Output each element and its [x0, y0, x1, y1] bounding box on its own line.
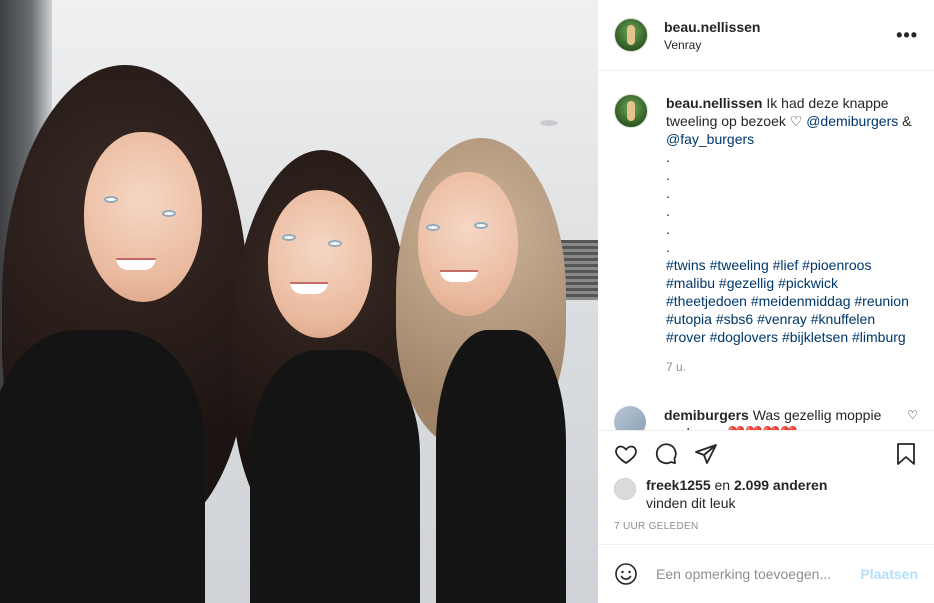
- action-bar: [598, 430, 934, 476]
- comment-like-icon[interactable]: ♡: [907, 408, 918, 430]
- mention-fay-burgers[interactable]: @fay_burgers: [666, 131, 754, 147]
- likes-suffix: vinden dit leuk: [646, 495, 736, 511]
- caption: beau.nellissen Ik had deze knappe tweeli…: [598, 72, 934, 376]
- post-location[interactable]: Venray: [664, 38, 760, 52]
- commenter-username[interactable]: demiburgers: [664, 407, 749, 423]
- caption-dots: . . . . . .: [666, 149, 670, 255]
- comment-item: demiburgers Was gezellig moppie snel wee…: [598, 376, 934, 430]
- caption-username[interactable]: beau.nellissen: [666, 95, 762, 111]
- caption-avatar[interactable]: [614, 94, 648, 128]
- author-username[interactable]: beau.nellissen: [664, 19, 760, 35]
- caption-amp: &: [902, 113, 912, 129]
- liker-avatar[interactable]: [614, 478, 636, 500]
- post-photo[interactable]: [0, 0, 598, 603]
- likes-summary: freek1255 en 2.099 anderen vinden dit le…: [614, 476, 918, 512]
- bookmark-icon[interactable]: [894, 442, 918, 466]
- liker-username[interactable]: freek1255: [646, 477, 711, 493]
- comments-section[interactable]: beau.nellissen Ik had deze knappe tweeli…: [598, 72, 934, 430]
- comment-input[interactable]: [654, 565, 861, 583]
- share-icon[interactable]: [694, 442, 718, 466]
- more-icon[interactable]: •••: [896, 25, 918, 46]
- heart-icon[interactable]: [614, 442, 638, 466]
- emoji-icon[interactable]: [614, 562, 638, 586]
- likes-count[interactable]: 2.099 anderen: [734, 477, 827, 493]
- commenter-avatar[interactable]: [614, 406, 646, 430]
- caption-time[interactable]: 7 u.: [666, 358, 918, 376]
- post-side-panel: beau.nellissen Venray ••• beau.nellissen…: [598, 0, 934, 603]
- comment-icon[interactable]: [654, 442, 678, 466]
- post-timestamp[interactable]: 7 UUR GELEDEN: [614, 521, 698, 532]
- add-comment-bar: Plaatsen: [598, 544, 934, 603]
- author-avatar[interactable]: [614, 18, 648, 52]
- caption-hashtags[interactable]: #twins #tweeling #lief #pioenroos #malib…: [666, 256, 918, 346]
- post-comment-button[interactable]: Plaatsen: [860, 566, 918, 582]
- post-header: beau.nellissen Venray •••: [598, 0, 934, 71]
- post-modal: beau.nellissen Venray ••• beau.nellissen…: [0, 0, 934, 603]
- mention-demiburgers[interactable]: @demiburgers: [806, 113, 898, 129]
